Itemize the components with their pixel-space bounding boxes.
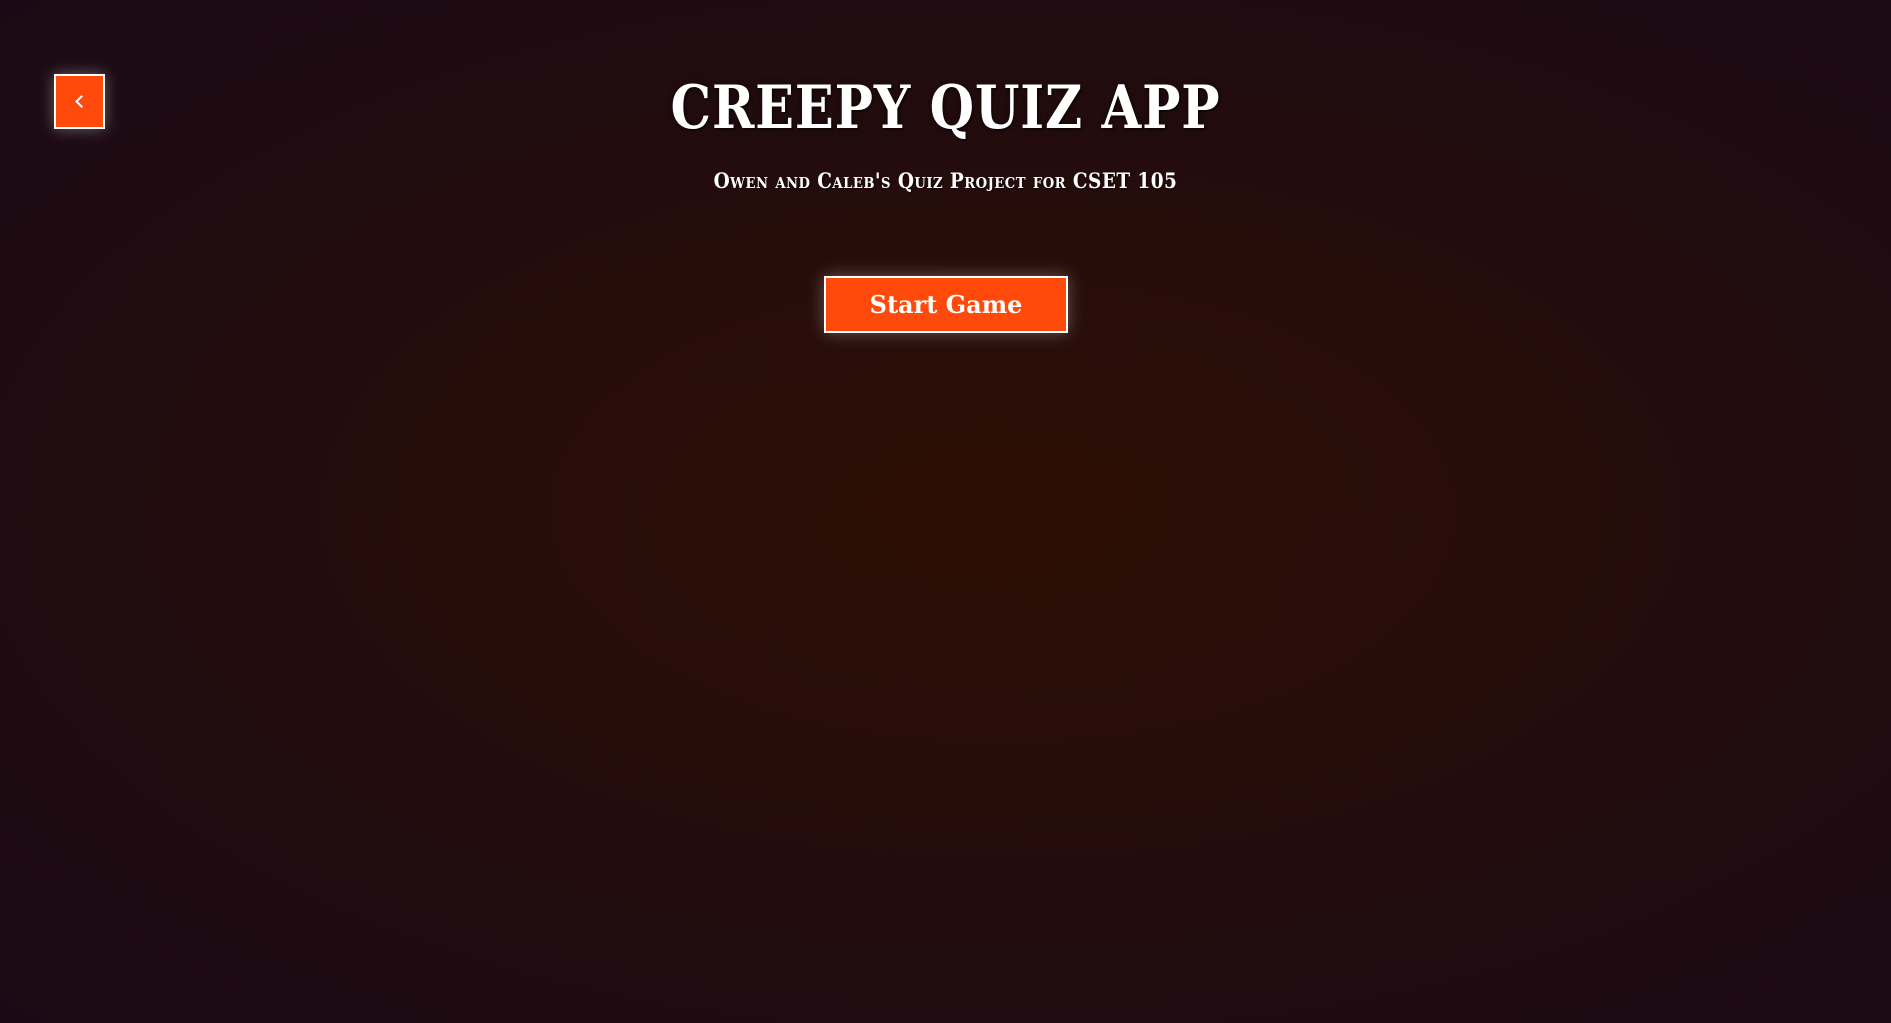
- back-button[interactable]: [54, 74, 105, 129]
- start-game-button[interactable]: Start Game: [824, 276, 1068, 333]
- page-subtitle: Owen and Caleb's Quiz Project for CSET 1…: [713, 168, 1178, 193]
- chevron-left-icon: [74, 95, 88, 108]
- page-title: CREEPY QUIZ APP: [670, 73, 1221, 143]
